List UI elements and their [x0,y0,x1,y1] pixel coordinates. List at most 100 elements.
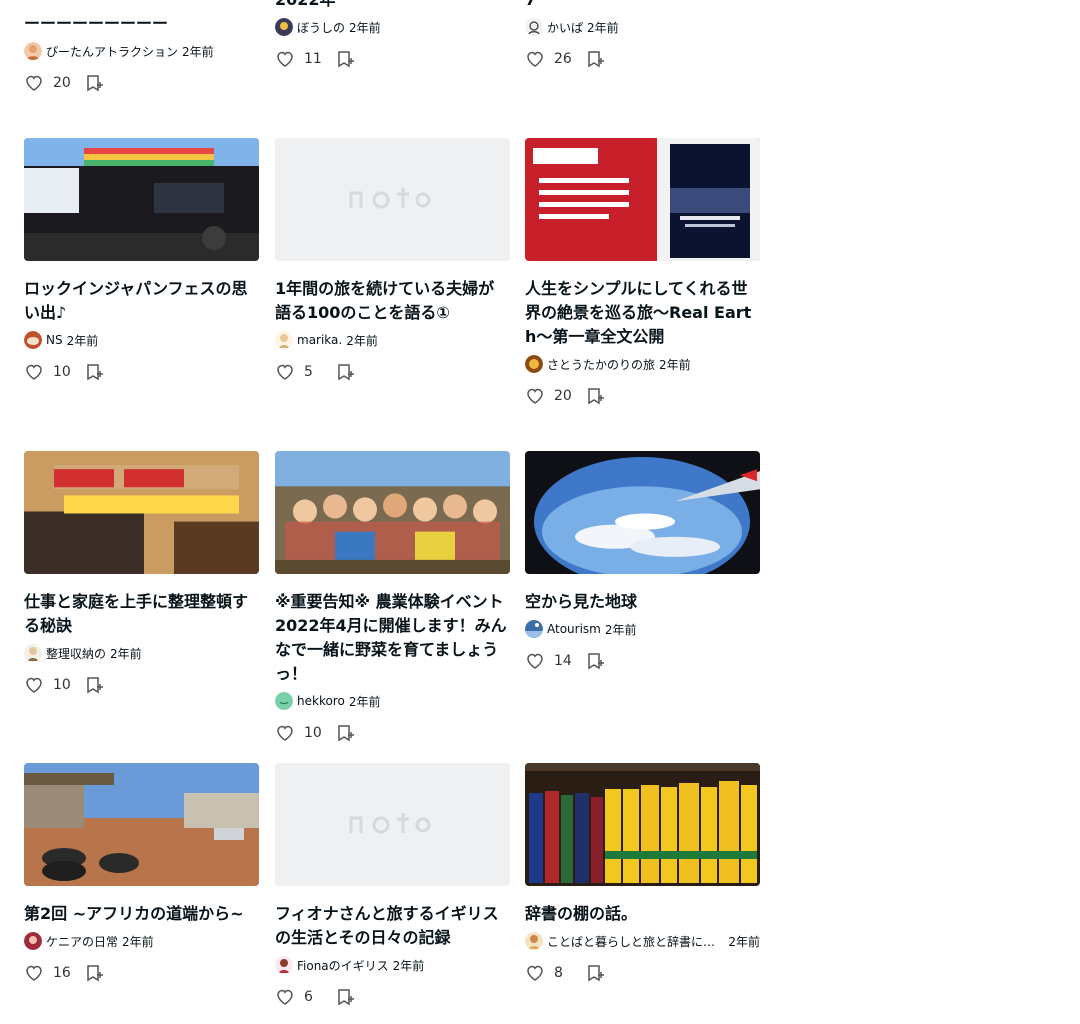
post-time: 2年前 [182,44,214,59]
note-card[interactable]: 辞書の棚の話。 ことばと暮らしと旅と辞書についてのノートブックを書いています 2… [525,763,760,985]
heart-outline-icon[interactable] [275,723,295,743]
post-time: 2年前 [66,333,99,348]
note-card[interactable]: 仕事と家庭を上手に整理整頓する秘訣 整理収納の 2年前 10 [24,451,259,697]
note-title[interactable]: 辞書の棚の話。 [525,902,760,926]
post-time: 2年前 [346,333,378,348]
note-title[interactable]: 空から見た地球 [525,590,760,614]
note-card[interactable]: ーーーーーーーーーーーーーーーーーーーーーーー ぴーたんアトラクション 2年前 … [24,0,259,95]
author-name[interactable]: ケニアの日常 [46,933,118,950]
author-avatar[interactable] [24,331,42,349]
note-card[interactable]: 1年間の旅を続けている夫婦が語る100のことを語る① marika. 2年前 5 [275,138,510,384]
note-title[interactable]: フィオナさんと旅するイギリスの生活とその日々の記録 [275,902,510,950]
heart-outline-icon[interactable] [525,963,545,983]
author-name[interactable]: ぼうしの [297,19,345,36]
note-title[interactable]: 1年間の旅を続けている夫婦が語る100のことを語る① [275,277,510,325]
author-name[interactable]: marika. [297,333,342,347]
author-name[interactable]: Atourism [547,622,601,636]
note-thumbnail[interactable] [275,451,510,574]
heart-outline-icon[interactable] [24,73,44,93]
heart-outline-icon[interactable] [275,49,295,69]
heart-outline-icon[interactable] [525,386,545,406]
post-time: 2年前 [110,646,142,661]
like-count: 10 [53,364,71,380]
magazine-add-icon[interactable] [85,362,105,382]
like-count: 26 [554,51,572,67]
heart-outline-icon[interactable] [24,362,44,382]
author-name[interactable]: Fionaのイギリス [297,957,389,974]
note-card[interactable]: 空から見た地球 Atourism 2年前 14 [525,451,760,673]
post-time: 2年前 [122,934,154,949]
author-avatar[interactable] [24,932,42,950]
magazine-add-icon[interactable] [336,49,356,69]
note-title[interactable]: 第2回 ~アフリカの道端から~ [24,902,259,926]
note-title[interactable]: ※重要告知※ 農業体験イベント 2022年4月に開催します！みんなで一緒に野菜を… [275,590,520,686]
heart-outline-icon[interactable] [525,651,545,671]
author-name[interactable]: ぴーたんアトラクション [46,43,178,60]
note-thumbnail[interactable] [525,763,760,886]
like-count: 16 [53,965,71,981]
note-thumbnail[interactable] [24,138,259,261]
like-count: 20 [554,388,572,404]
like-count: 10 [53,677,71,693]
note-thumbnail[interactable] [24,451,259,574]
author-name[interactable]: かいぱ [547,19,583,36]
note-card[interactable]: 7ーーーーーーーーーーーーーーーーーーーーー かいぱ 2年前 26 [525,0,760,71]
post-time: 2年前 [349,20,381,35]
note-thumbnail[interactable] [24,763,259,886]
author-name[interactable]: ことばと暮らしと旅と辞書についてのノートブックを書いています [547,933,724,950]
heart-outline-icon[interactable] [24,963,44,983]
like-count: 11 [304,51,322,67]
note-thumbnail-placeholder[interactable] [275,763,510,886]
like-count: 10 [304,725,322,741]
author-name[interactable]: 整理収納の [46,645,106,662]
note-title[interactable]: 7ーーーーーーーーーーーーーーーーーーーーー [525,0,760,12]
note-card[interactable]: ロックインジャパンフェスの思い出♪ NS 2年前 10 [24,138,259,384]
note-card[interactable]: 2022年ーーーーーーーーー ぼうしの 2年前 11 [275,0,510,71]
heart-outline-icon[interactable] [275,362,295,382]
author-avatar[interactable] [525,620,543,638]
like-count: 14 [554,653,572,669]
note-title[interactable]: 仕事と家庭を上手に整理整頓する秘訣 [24,590,259,638]
like-count: 6 [304,989,313,1005]
heart-outline-icon[interactable] [525,49,545,69]
magazine-add-icon[interactable] [85,675,105,695]
author-avatar[interactable] [24,42,42,60]
magazine-add-icon[interactable] [336,723,356,743]
author-avatar[interactable] [275,18,293,36]
post-time: 2年前 [348,694,381,709]
author-avatar[interactable] [275,331,293,349]
magazine-add-icon[interactable] [85,73,105,93]
magazine-add-icon[interactable] [336,362,356,382]
magazine-add-icon[interactable] [85,963,105,983]
note-card[interactable]: 人生をシンプルにしてくれる世界の絶景を巡る旅〜Real Earth〜第一章全文公… [525,138,760,408]
note-thumbnail-placeholder[interactable] [275,138,510,261]
like-count: 5 [304,364,313,380]
post-time: 2年前 [659,357,691,372]
author-avatar[interactable] [275,956,293,974]
note-title[interactable]: 人生をシンプルにしてくれる世界の絶景を巡る旅〜Real Earth〜第一章全文公… [525,277,760,349]
post-time: 2年前 [604,622,637,637]
note-title[interactable]: ーーーーーーーーーーーーーーーーーーーーーーー [24,0,259,36]
note-title[interactable]: 2022年ーーーーーーーーー [275,0,510,12]
note-card[interactable]: ※重要告知※ 農業体験イベント 2022年4月に開催します！みんなで一緒に野菜を… [275,451,520,745]
author-avatar[interactable] [275,692,293,710]
note-card[interactable]: フィオナさんと旅するイギリスの生活とその日々の記録 Fionaのイギリス 2年前… [275,763,510,1009]
magazine-add-icon[interactable] [586,963,606,983]
magazine-add-icon[interactable] [586,386,606,406]
note-thumbnail[interactable] [525,451,760,574]
author-name[interactable]: さとうたかのりの旅 [547,356,655,373]
author-avatar[interactable] [525,355,543,373]
author-avatar[interactable] [525,18,543,36]
author-name[interactable]: hekkoro [297,694,345,708]
heart-outline-icon[interactable] [275,987,295,1007]
note-thumbnail[interactable] [525,138,760,261]
heart-outline-icon[interactable] [24,675,44,695]
magazine-add-icon[interactable] [586,49,606,69]
author-avatar[interactable] [525,932,543,950]
note-card[interactable]: 第2回 ~アフリカの道端から~ ケニアの日常 2年前 16 [24,763,259,985]
magazine-add-icon[interactable] [336,987,356,1007]
note-title[interactable]: ロックインジャパンフェスの思い出♪ [24,277,259,325]
magazine-add-icon[interactable] [586,651,606,671]
author-name[interactable]: NS [46,333,63,347]
author-avatar[interactable] [24,644,42,662]
